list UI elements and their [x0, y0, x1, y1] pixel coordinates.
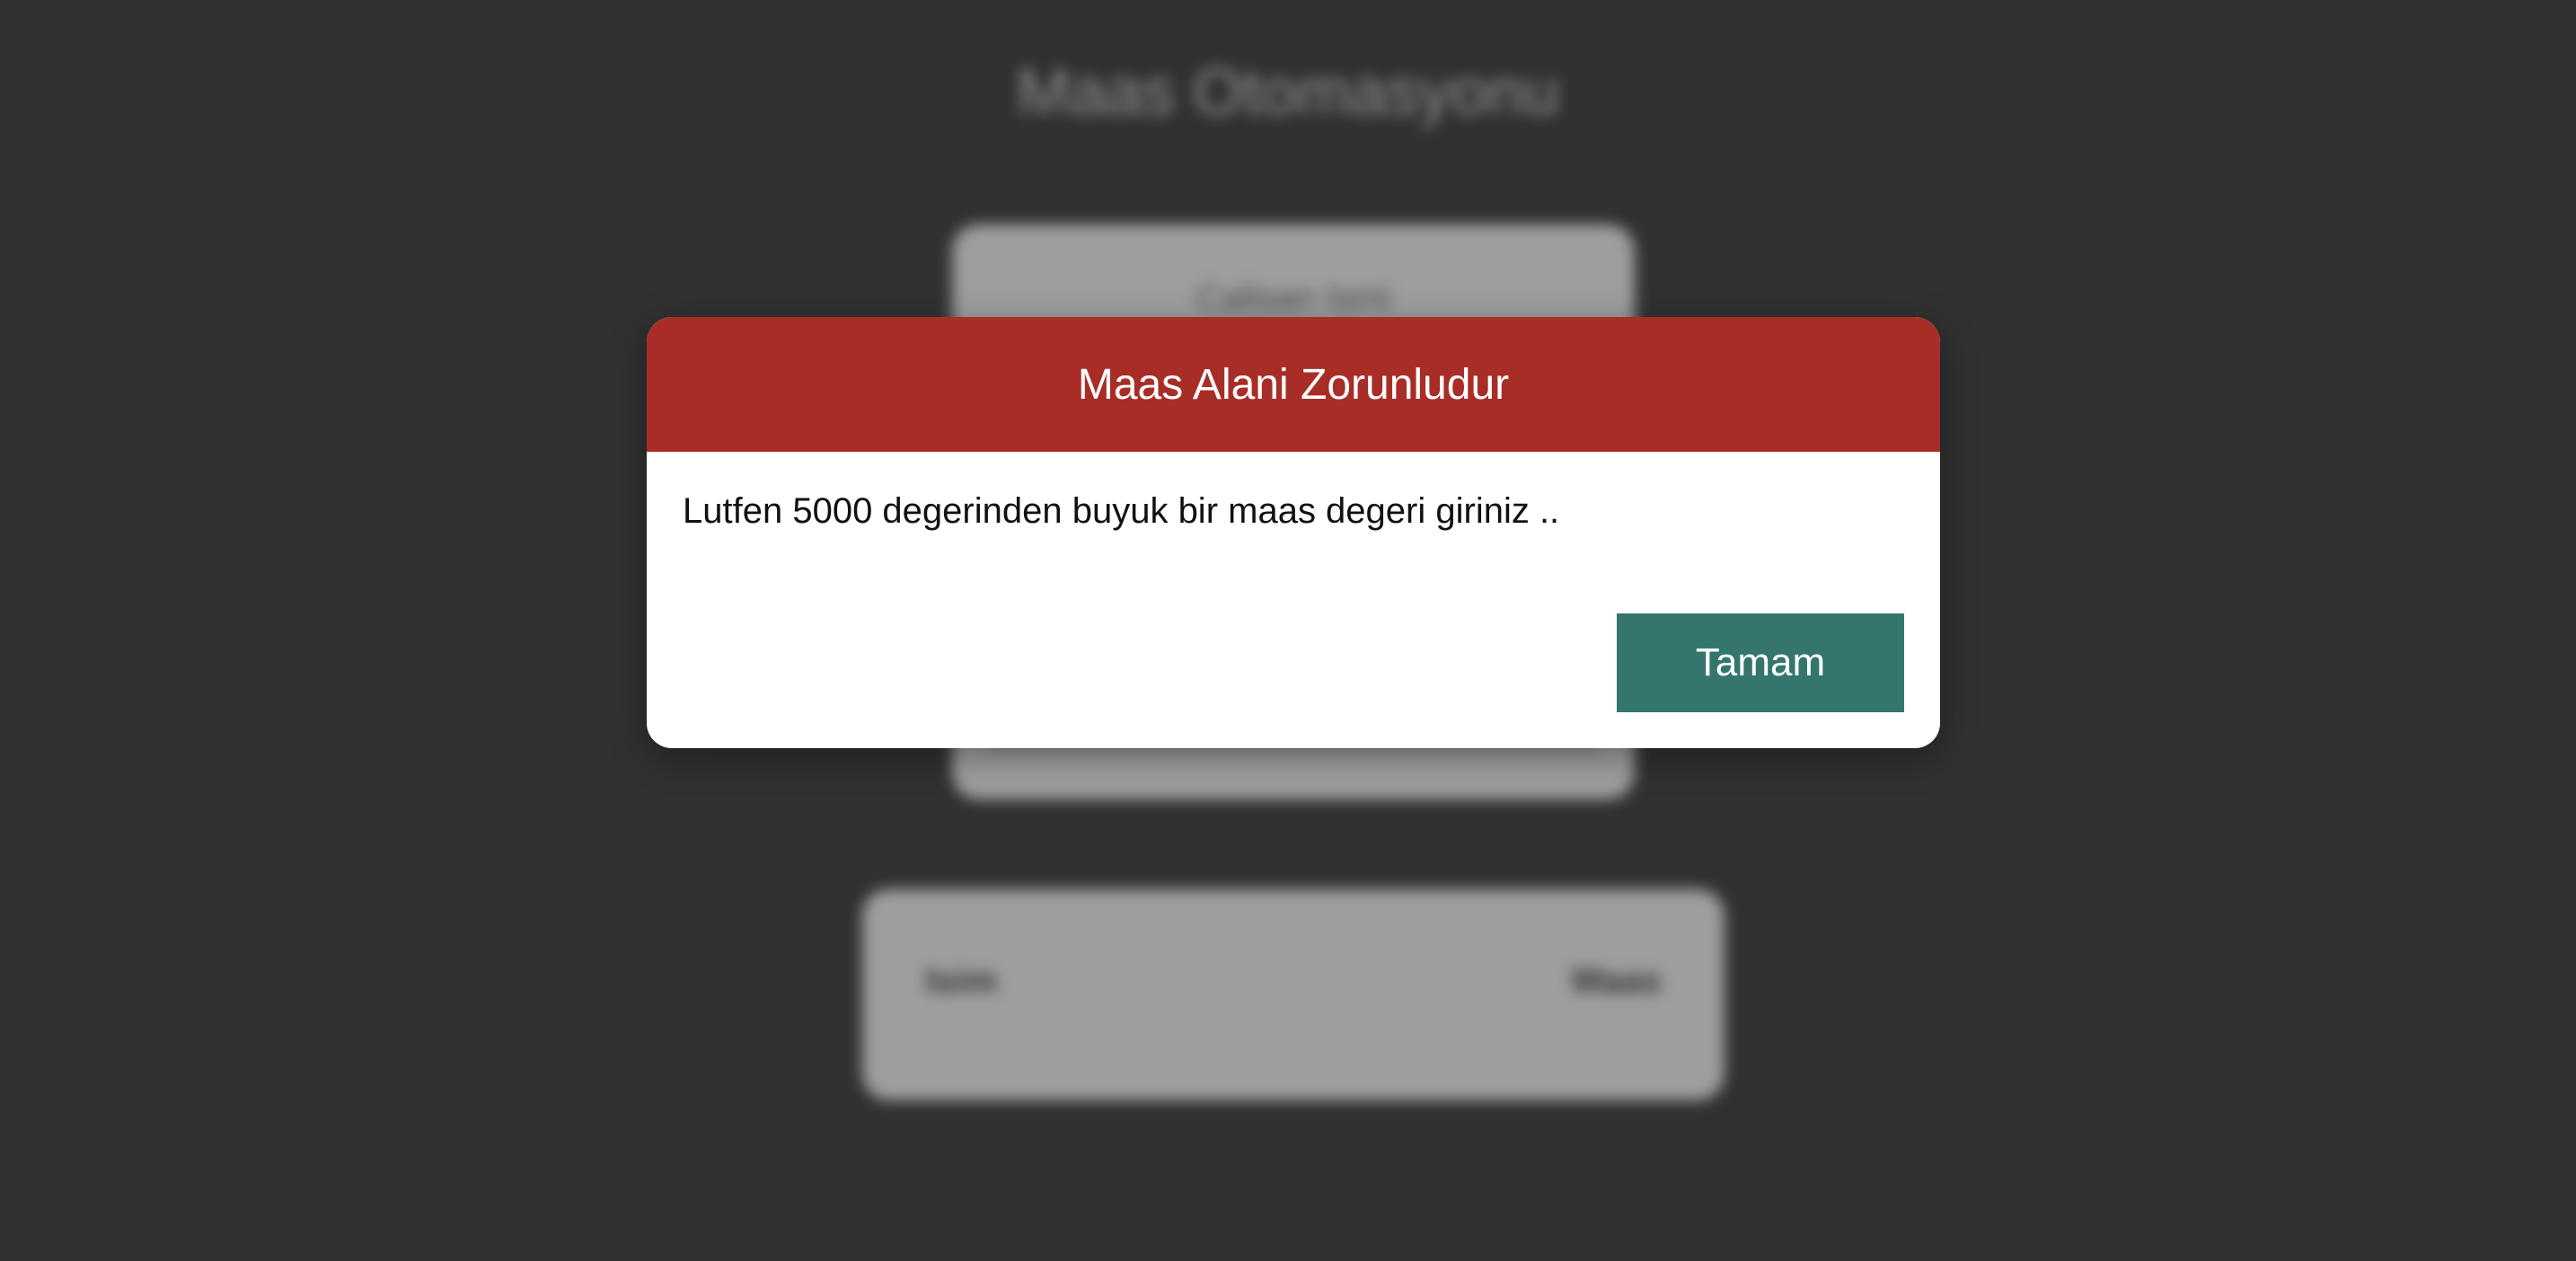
- alert-title: Maas Alani Zorunludur: [1077, 360, 1510, 409]
- ok-button[interactable]: Tamam: [1617, 613, 1904, 712]
- alert-message: Lutfen 5000 degerinden buyuk bir maas de…: [683, 491, 1560, 531]
- alert-header: Maas Alani Zorunludur: [647, 317, 1940, 452]
- alert-dialog: Maas Alani Zorunludur Lutfen 5000 degeri…: [647, 317, 1940, 748]
